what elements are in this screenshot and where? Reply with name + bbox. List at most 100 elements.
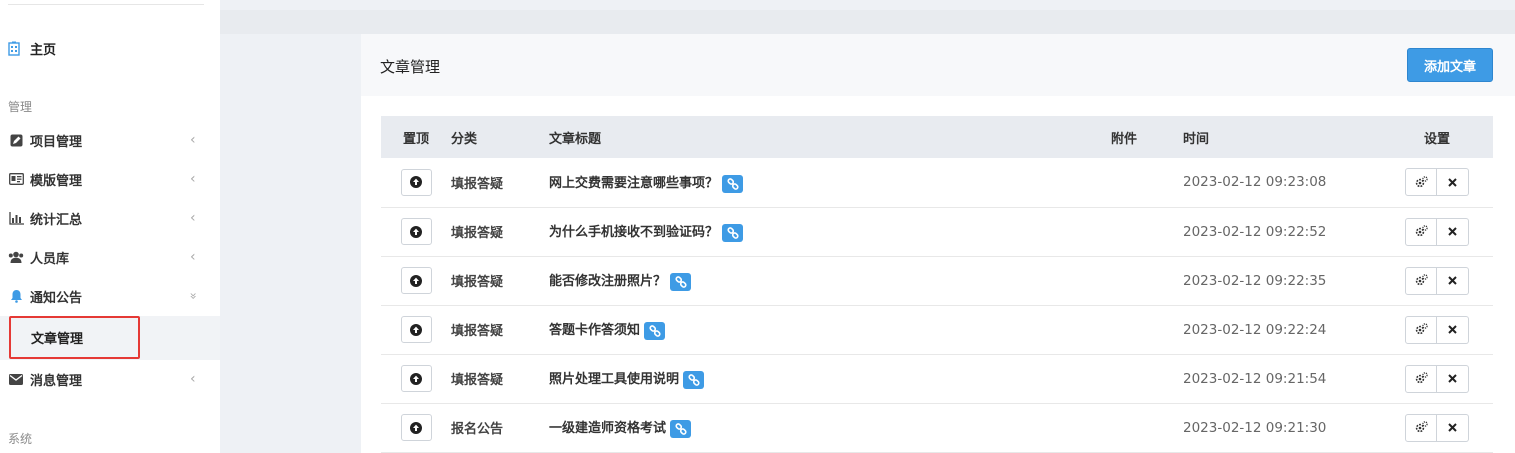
article-title: 照片处理工具使用说明	[549, 372, 680, 388]
article-title: 一级建造师资格考试	[549, 421, 667, 437]
title-cell: 能否修改注册照片？	[549, 256, 1111, 305]
column-header-settings: 设置	[1423, 131, 1450, 147]
title-cell: 网上交费需要注意哪些事项？	[549, 158, 1111, 207]
attachment-cell	[1111, 305, 1183, 354]
sidebar-item-messages[interactable]: 消息管理 ‹	[0, 360, 220, 398]
link-icon[interactable]	[670, 419, 692, 438]
settings-button[interactable]	[1405, 413, 1437, 442]
time-cell: 2023-02-12 09:23:08	[1183, 174, 1327, 191]
settings-cell	[1381, 354, 1493, 403]
sidebar-item-templates[interactable]: 模版管理 ‹	[0, 160, 220, 198]
close-icon	[1448, 227, 1457, 236]
time-cell: 2023-02-12 09:22:35	[1183, 272, 1327, 289]
settings-button[interactable]	[1405, 266, 1437, 295]
sidebar-item-projects[interactable]: 项目管理 ‹	[0, 121, 220, 159]
pin-to-top-button[interactable]	[400, 267, 432, 294]
attachment-cell	[1111, 354, 1183, 403]
settings-button[interactable]	[1405, 217, 1437, 246]
settings-cell	[1381, 158, 1493, 207]
chevron-left-icon: ‹	[190, 249, 196, 265]
settings-button-group	[1405, 364, 1469, 393]
pin-to-top-button[interactable]	[400, 414, 432, 441]
active-highlight: 文章管理	[9, 316, 140, 359]
pin-to-top-button[interactable]	[400, 218, 432, 245]
article-title: 答题卡作答须知	[549, 323, 641, 339]
link-icon[interactable]	[670, 272, 692, 291]
gears-icon	[1415, 225, 1428, 238]
link-icon[interactable]	[683, 370, 705, 389]
chevron-left-icon: ‹	[190, 132, 196, 148]
sidebar-item-notices[interactable]: 通知公告 »	[0, 277, 220, 315]
article-title: 能否修改注册照片？	[549, 274, 667, 290]
sidebar: 主页 管理 项目管理 ‹ 模版管理 ‹ 统计汇总 ‹ 人员库 ‹ 通知公告 » …	[0, 0, 220, 453]
pin-to-top-button[interactable]	[400, 168, 432, 196]
bar-chart-icon	[8, 210, 24, 226]
section-label-system: 系统	[8, 432, 33, 446]
article-title: 为什么手机接收不到验证码？	[549, 225, 719, 241]
settings-button[interactable]	[1405, 168, 1437, 197]
gears-icon	[1415, 421, 1428, 434]
link-icon[interactable]	[722, 223, 744, 242]
add-article-button[interactable]: 添加文章	[1407, 48, 1493, 82]
link-icon[interactable]	[644, 321, 666, 340]
sidebar-item-statistics[interactable]: 统计汇总 ‹	[0, 199, 220, 237]
table-row: 填报答疑 能否修改注册照片？ 2023-02-12 09:22:35	[381, 256, 1493, 305]
title-cell: 答题卡作答须知	[549, 305, 1111, 354]
sidebar-item-label: 项目管理	[30, 134, 83, 150]
gears-icon	[1415, 372, 1428, 385]
settings-button-group	[1405, 413, 1469, 442]
close-icon	[1448, 178, 1457, 187]
attachment-cell	[1111, 256, 1183, 305]
category-cell: 填报答疑	[451, 176, 504, 192]
chevron-left-icon: ‹	[190, 171, 196, 187]
users-icon	[8, 249, 24, 265]
sidebar-item-label: 消息管理	[30, 373, 83, 389]
settings-cell	[1381, 305, 1493, 354]
article-table: 置顶 分类 文章标题 附件 时间 设置 填报答疑 网上交费需要注意哪些事项？ 202…	[381, 116, 1493, 453]
link-icon[interactable]	[722, 174, 744, 193]
settings-button-group	[1405, 315, 1469, 344]
delete-button[interactable]	[1437, 217, 1469, 246]
column-header-attachment[interactable]: 附件	[1111, 116, 1183, 158]
sidebar-item-personnel[interactable]: 人员库 ‹	[0, 238, 220, 276]
sidebar-item-label: 模版管理	[30, 173, 83, 189]
delete-button[interactable]	[1437, 168, 1469, 197]
sidebar-item-label: 人员库	[30, 251, 70, 267]
settings-button-group	[1405, 266, 1469, 295]
delete-button[interactable]	[1437, 315, 1469, 344]
time-cell: 2023-02-12 09:21:30	[1183, 419, 1327, 436]
settings-button[interactable]	[1405, 315, 1437, 344]
sidebar-item-label: 通知公告	[30, 290, 83, 306]
category-cell: 填报答疑	[451, 275, 504, 290]
settings-button[interactable]	[1405, 364, 1437, 393]
pin-to-top-button[interactable]	[400, 316, 432, 343]
time-cell: 2023-02-12 09:22:52	[1183, 223, 1327, 240]
close-icon	[1448, 325, 1457, 334]
time-cell: 2023-02-12 09:22:24	[1183, 321, 1327, 338]
settings-cell	[1381, 256, 1493, 305]
close-icon	[1448, 374, 1457, 383]
sidebar-item-label: 文章管理	[31, 332, 84, 347]
gears-icon	[1415, 274, 1428, 287]
title-cell: 一级建造师资格考试	[549, 403, 1111, 452]
category-cell: 填报答疑	[451, 373, 504, 388]
pin-cell	[381, 256, 451, 305]
arrow-up-circle-icon	[410, 323, 422, 336]
attachment-cell	[1111, 403, 1183, 452]
pin-to-top-button[interactable]	[400, 365, 432, 392]
column-header-time[interactable]: 时间	[1183, 116, 1381, 158]
table-row: 填报答疑 为什么手机接收不到验证码？ 2023-02-12 09:22:52	[381, 207, 1493, 256]
delete-button[interactable]	[1437, 266, 1469, 295]
table-row: 报名公告 一级建造师资格考试 2023-02-12 09:21:30	[381, 403, 1493, 452]
column-header-pin[interactable]: 置顶	[381, 116, 451, 158]
delete-button[interactable]	[1437, 413, 1469, 442]
chevron-left-icon: ‹	[190, 371, 196, 387]
column-header-category[interactable]: 分类	[451, 116, 549, 158]
building-icon	[8, 41, 20, 56]
column-header-title[interactable]: 文章标题	[549, 116, 1111, 158]
arrow-up-circle-icon	[410, 176, 422, 189]
delete-button[interactable]	[1437, 364, 1469, 393]
sidebar-subitem-articles[interactable]: 文章管理	[0, 316, 220, 360]
gears-icon	[1415, 323, 1428, 336]
sidebar-item-home[interactable]: 主页	[8, 38, 56, 58]
